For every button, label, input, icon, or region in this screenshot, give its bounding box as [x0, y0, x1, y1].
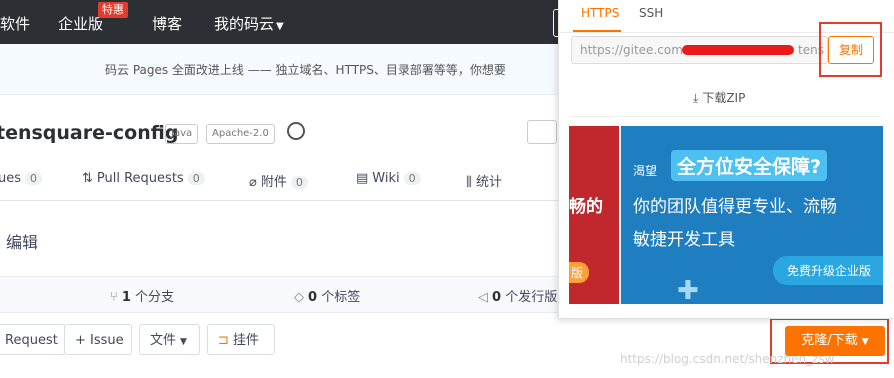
- nav-item-blog[interactable]: 博客: [152, 13, 182, 34]
- tab-stats-label: 统计: [475, 175, 502, 190]
- ad-prev-badge: 版: [569, 262, 590, 283]
- nav-item-enterprise[interactable]: 企业版: [58, 13, 103, 34]
- tab-issues-count: 0: [25, 172, 43, 185]
- tags-stat[interactable]: ◇ 0 个标签: [294, 286, 360, 305]
- clone-url-input[interactable]: https://gitee.com tens: [571, 36, 828, 64]
- tab-https[interactable]: HTTPS: [581, 6, 619, 20]
- tag-icon: ◇: [294, 290, 304, 305]
- redaction-scribble: [682, 45, 794, 55]
- send-icon: ◁: [478, 290, 488, 305]
- branches-count: 1: [121, 290, 131, 305]
- ad-line-3: 敏捷开发工具: [633, 230, 735, 250]
- paperclip-icon: ⌀: [249, 175, 257, 190]
- tab-pull-requests[interactable]: ⇅ Pull Requests 0: [82, 171, 205, 186]
- releases-stat[interactable]: ◁ 0 个发行版: [478, 286, 557, 305]
- donate-icon[interactable]: [287, 122, 305, 140]
- bar-chart-icon: ⫼: [466, 175, 472, 190]
- tab-wiki-label: Wiki: [372, 171, 400, 186]
- clone-panel: HTTPS SSH https://gitee.com tens 复制 ⤓ 下载Z…: [558, 0, 894, 319]
- annotation-box-copy: [819, 22, 882, 77]
- promo-badge: 特惠: [98, 2, 128, 18]
- caret-down-icon: ▼: [180, 337, 187, 347]
- bookmark-icon: ⊐: [218, 333, 229, 348]
- file-dropdown-button[interactable]: 文件 ▼: [139, 324, 200, 355]
- tab-attachments-label: 附件: [260, 175, 287, 190]
- download-zip-link[interactable]: ⤓ 下载ZIP: [693, 89, 745, 106]
- tab-attachments-count: 0: [290, 176, 308, 189]
- caret-down-icon: ▼: [276, 21, 284, 32]
- pull-request-icon: ⇅: [82, 171, 93, 186]
- tags-label: 个标签: [321, 290, 361, 305]
- language-tag[interactable]: Java: [165, 124, 199, 144]
- nav-item-my-gitee[interactable]: 我的码云 ▼: [214, 13, 284, 34]
- pull-request-button[interactable]: Request: [0, 324, 65, 355]
- branches-label: 个分支: [135, 290, 175, 305]
- tab-wiki[interactable]: ▤ Wiki 0: [356, 171, 421, 186]
- tab-stats[interactable]: ⫼ 统计: [466, 171, 502, 190]
- ad-prev-text: 畅的: [569, 197, 603, 217]
- tab-issues-label: ues: [0, 171, 22, 186]
- license-tag[interactable]: Apache-2.0: [206, 124, 275, 144]
- banner-text[interactable]: 码云 Pages 全面改进上线 —— 独立域名、HTTPS、目录部署等等，你想要: [105, 61, 506, 78]
- ad-banner-prev[interactable]: 畅的 版: [569, 126, 619, 304]
- clone-url-prefix: https://gitee.com: [580, 43, 683, 57]
- tab-issues[interactable]: ues 0: [0, 171, 43, 186]
- branch-icon: ⑂: [110, 290, 118, 305]
- repo-action-button[interactable]: [527, 120, 557, 144]
- tab-attachments[interactable]: ⌀ 附件 0: [249, 171, 308, 190]
- tags-count: 0: [308, 290, 318, 305]
- ad-line-2: 你的团队值得更专业、流畅: [633, 197, 837, 217]
- tab-pull-requests-count: 0: [187, 172, 205, 185]
- repo-name[interactable]: tensquare-config: [0, 122, 178, 144]
- watermark: https://blog.csdn.net/shenzhen_zsw: [620, 352, 835, 366]
- panel-divider: [571, 116, 881, 117]
- releases-count: 0: [492, 290, 502, 305]
- edit-link[interactable]: 编辑: [6, 229, 38, 253]
- download-zip-label: 下载ZIP: [702, 91, 746, 105]
- download-icon: ⤓: [693, 91, 699, 105]
- tab-pull-requests-label: Pull Requests: [96, 171, 184, 186]
- book-icon: ▤: [356, 171, 369, 186]
- tab-wiki-count: 0: [403, 172, 421, 185]
- nav-item-my-gitee-label: 我的码云: [214, 15, 275, 33]
- ad-headline: 全方位安全保障?: [671, 150, 828, 181]
- file-dropdown-label: 文件: [150, 333, 177, 348]
- branches-stat[interactable]: ⑂ 1 个分支: [110, 286, 174, 305]
- new-issue-button[interactable]: + Issue: [64, 324, 132, 355]
- plus-decoration-icon: ✚: [677, 276, 699, 304]
- ad-cta-button[interactable]: 免费升级企业版: [773, 256, 883, 285]
- nav-item-software[interactable]: 软件: [0, 13, 30, 34]
- tab-ssh[interactable]: SSH: [639, 6, 663, 20]
- ad-banner[interactable]: 渴望 全方位安全保障? 你的团队值得更专业、流畅 敏捷开发工具 ✚ 免费升级企业…: [621, 126, 883, 304]
- ad-kicker: 渴望: [633, 164, 658, 178]
- widget-label: 挂件: [232, 333, 259, 348]
- widget-button[interactable]: ⊐ 挂件: [207, 324, 275, 355]
- releases-label: 个发行版: [505, 290, 558, 305]
